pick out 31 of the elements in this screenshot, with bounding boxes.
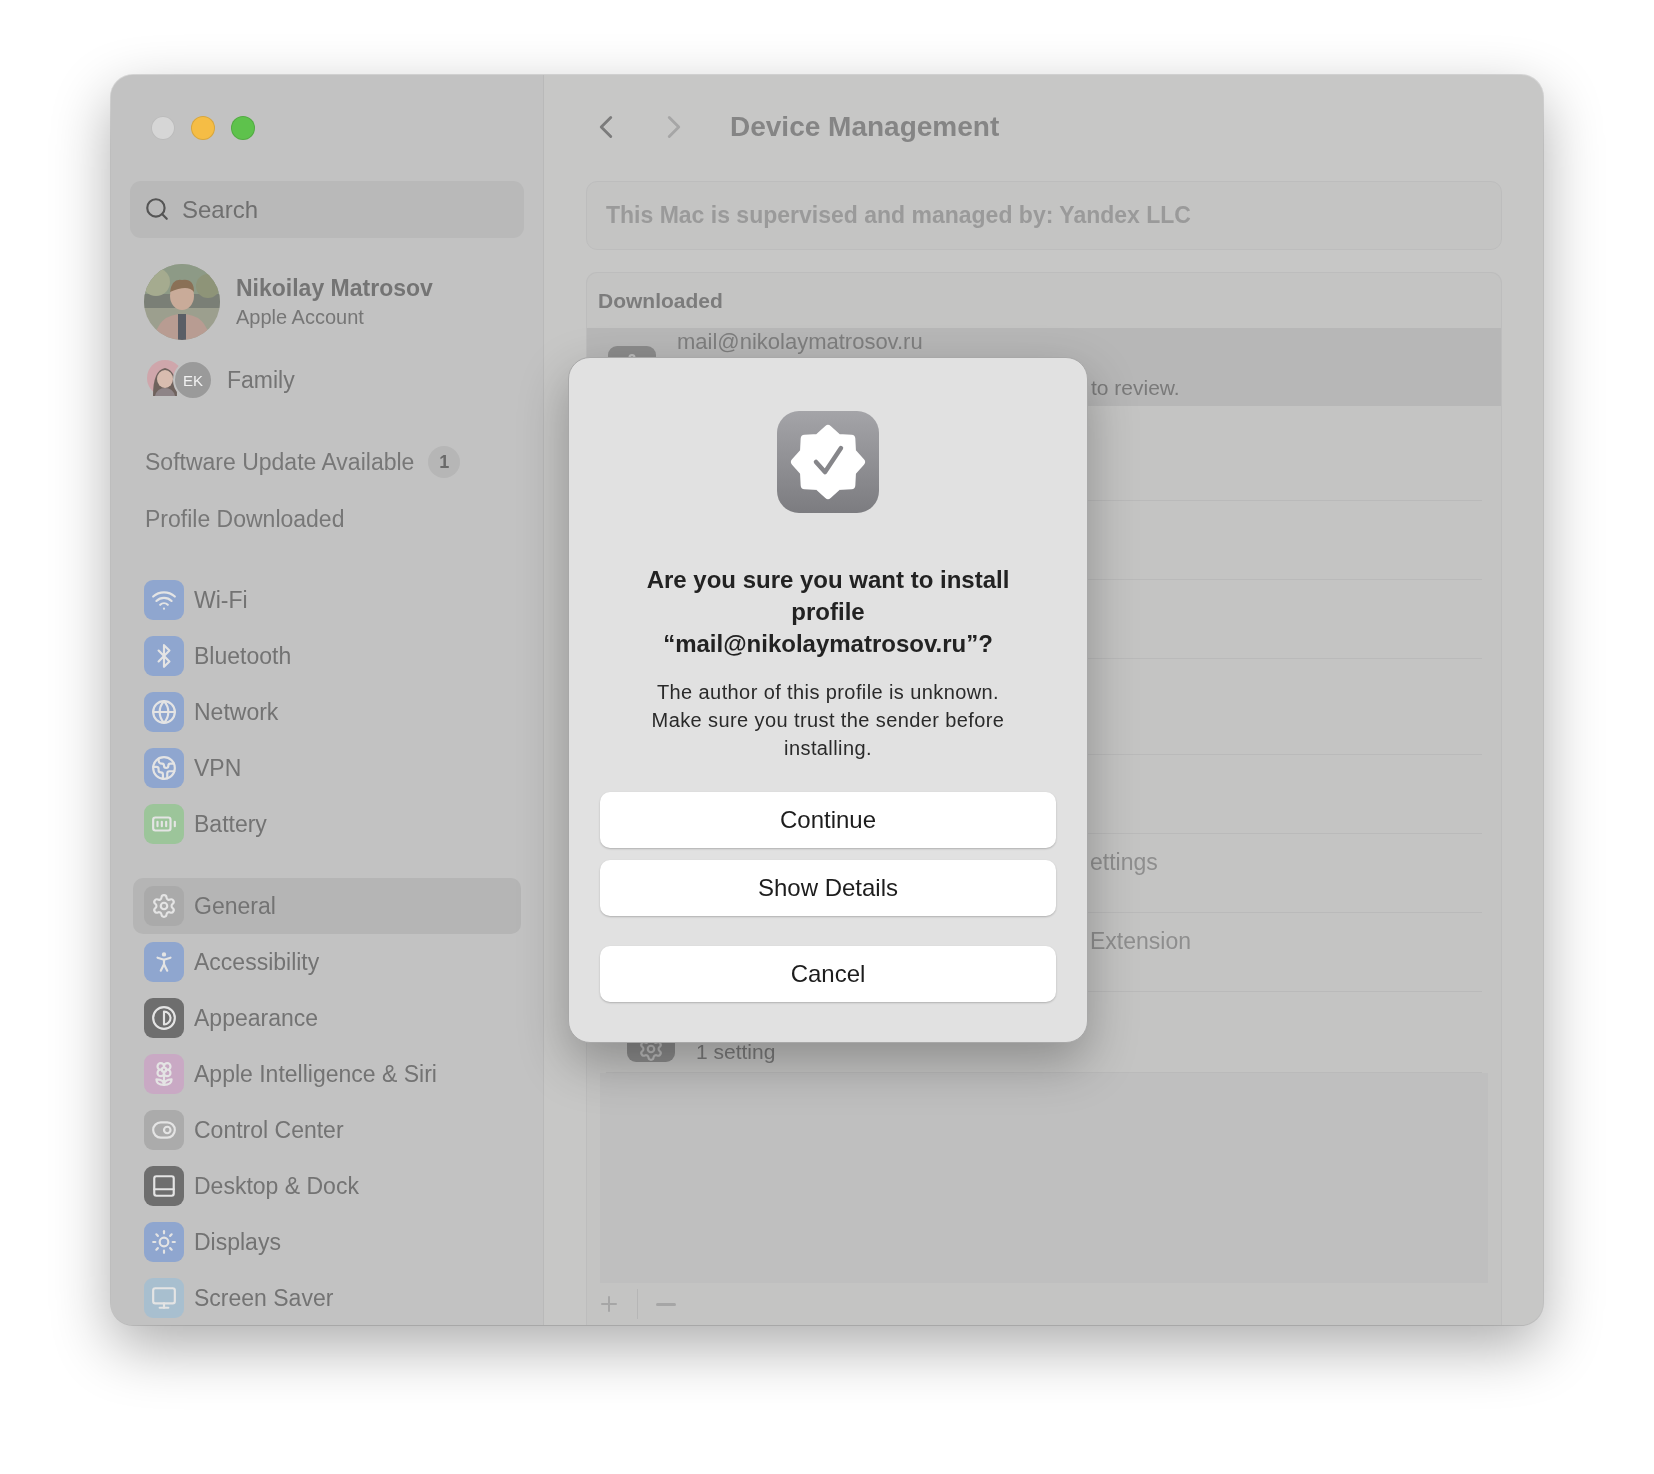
sidebar-item[interactable]: Network — [133, 684, 521, 740]
dialog-title: Are you sure you want to install profile “mail@nikolaymatrosov.ru”? — [645, 565, 1011, 659]
profile-subtitle: to review. — [1091, 376, 1180, 400]
sidebar-item[interactable]: Wi-Fi — [133, 572, 521, 628]
family-item[interactable]: Family — [227, 366, 295, 394]
search-field[interactable]: Search — [130, 181, 524, 238]
notice-item[interactable]: Profile Downloaded — [145, 505, 345, 533]
count-badge: 1 — [428, 446, 461, 478]
sidebar-item[interactable]: Apple Intelligence & Siri — [133, 1046, 521, 1102]
sidebar-item[interactable]: Accessibility — [133, 934, 521, 990]
sidebar-item[interactable]: Screen Saver — [133, 1270, 521, 1325]
dialog-button[interactable]: Continue — [600, 792, 1056, 848]
notice-item[interactable]: Software Update Available — [145, 448, 415, 476]
dialog-message: The author of this profile is unknown. Make sure you trust the sender before installing. — [650, 680, 1006, 761]
sidebar-item[interactable]: Appearance — [133, 990, 521, 1046]
profile-subtitle: 1 setting — [696, 1040, 776, 1064]
account-subtitle: Apple Account — [236, 306, 365, 329]
cancel-button[interactable]: Cancel — [600, 946, 1056, 1002]
profile-title: mail@nikolaymatrosov.ru — [677, 330, 924, 354]
sidebar-item[interactable]: Battery — [133, 796, 521, 852]
sidebar-item[interactable]: Displays — [133, 1214, 521, 1270]
sidebar-item[interactable]: General — [133, 878, 521, 934]
sidebar-item[interactable]: VPN — [133, 740, 521, 796]
sidebar-item[interactable]: Desktop & Dock — [133, 1158, 521, 1214]
sidebar-item[interactable]: Control Center — [133, 1102, 521, 1158]
initials-avatar: EK — [173, 360, 213, 400]
page-title: Device Management — [730, 111, 1000, 143]
dialog-button[interactable]: Show Details — [600, 860, 1056, 916]
section-header: Downloaded — [598, 288, 723, 313]
sidebar-item[interactable]: Bluetooth — [133, 628, 521, 684]
account-name[interactable]: Nikoilay Matrosov — [236, 275, 433, 302]
